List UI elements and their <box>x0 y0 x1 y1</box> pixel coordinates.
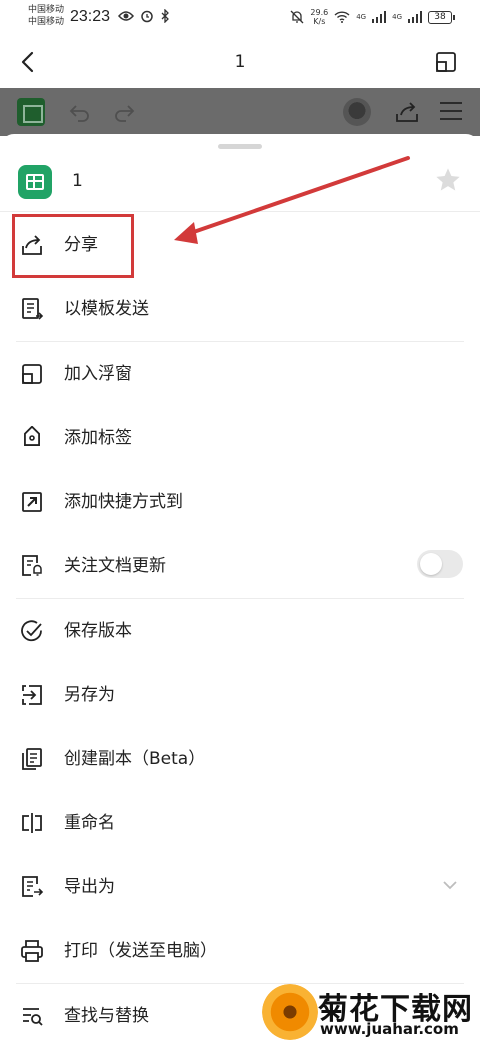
carrier-2: 中国移动 <box>28 17 65 27</box>
menu-item-print[interactable]: 打印（发送至电脑） <box>0 919 480 983</box>
clock: 23:23 <box>70 8 111 25</box>
menu-item-label: 以模板发送 <box>64 299 149 319</box>
alarm-icon <box>141 10 153 23</box>
menu-item-label: 另存为 <box>64 685 115 705</box>
follow-updates-icon <box>22 555 42 576</box>
template-send-icon <box>22 298 44 320</box>
page-title: 1 <box>234 52 246 72</box>
menu-item-label: 创建副本（Beta） <box>64 749 206 769</box>
floating-window-icon <box>22 364 42 384</box>
menu-item-create-copy[interactable]: 创建副本（Beta） <box>0 727 480 791</box>
undo-icon <box>69 105 89 122</box>
menu-item-template-send[interactable]: 以模板发送 <box>0 277 480 341</box>
avatar <box>343 98 371 126</box>
hamburger-menu-icon <box>440 102 462 122</box>
signal-2-icon <box>408 11 422 23</box>
menu-item-label: 导出为 <box>64 877 115 897</box>
spreadsheet-icon <box>17 98 45 126</box>
annotation-arrow-icon <box>174 156 410 244</box>
menu-item-label: 重命名 <box>64 813 115 833</box>
watermark-url: www.juahar.com <box>320 1020 459 1038</box>
menu-item-follow-updates[interactable]: 关注文档更新 <box>0 534 480 598</box>
rename-icon <box>22 813 42 833</box>
document-name: 1 <box>72 171 83 191</box>
battery-indicator: 38 <box>428 10 455 24</box>
mute-bell-icon <box>290 10 304 24</box>
menu-item-label: 添加标签 <box>64 428 132 448</box>
menu-item-label: 添加快捷方式到 <box>64 492 183 512</box>
signal-2-label: 4G <box>392 13 402 21</box>
find-replace-icon <box>23 1008 43 1026</box>
eye-icon <box>118 11 134 21</box>
menu-item-label: 打印（发送至电脑） <box>64 941 217 961</box>
speed-value: 29.6 <box>310 8 329 17</box>
menu-item-export[interactable]: 导出为 <box>0 855 480 919</box>
menu-item-rename[interactable]: 重命名 <box>0 791 480 855</box>
carrier-1: 中国移动 <box>28 5 65 15</box>
star-icon[interactable] <box>434 166 462 194</box>
menu-item-save-version[interactable]: 保存版本 <box>0 599 480 663</box>
chevron-down-icon[interactable] <box>442 877 458 893</box>
watermark: 菊花下载网 www.juahar.com <box>258 982 480 1040</box>
check-circle-icon <box>21 620 42 642</box>
copy-icon <box>22 748 42 770</box>
status-icons-left <box>118 9 170 23</box>
follow-updates-toggle[interactable] <box>417 550 463 578</box>
editor-toolbar-dimmed <box>0 88 480 136</box>
wifi-icon <box>334 11 350 23</box>
export-icon <box>22 876 44 897</box>
menu-item-add-shortcut[interactable]: 添加快捷方式到 <box>0 470 480 534</box>
menu-item-save-as[interactable]: 另存为 <box>0 663 480 727</box>
signal-1-icon <box>372 11 387 23</box>
save-as-icon <box>22 685 42 705</box>
menu-list: 分享 以模板发送 加入浮窗 添加标签 添加快捷方式到 关注文档更新 保存版本 另… <box>0 213 480 1040</box>
menu-item-add-tag[interactable]: 添加标签 <box>0 406 480 470</box>
flower-logo-icon <box>262 984 318 1040</box>
status-icons-right: 29.6 K/s 4G 4G 38 <box>290 8 455 26</box>
status-bar: 中国移动 中国移动 23:23 29.6 K/s 4G 4G 38 <box>0 0 480 40</box>
menu-item-label: 加入浮窗 <box>64 364 132 384</box>
spreadsheet-icon <box>18 165 52 199</box>
share-icon <box>396 102 418 122</box>
annotation-highlight-box <box>12 214 134 278</box>
network-speed: 29.6 K/s <box>310 8 328 26</box>
carrier-info: 中国移动 中国移动 <box>28 4 64 28</box>
menu-item-label: 保存版本 <box>64 621 132 641</box>
top-nav: 1 <box>0 40 480 88</box>
menu-item-label: 查找与替换 <box>64 1006 149 1026</box>
menu-item-floating-window[interactable]: 加入浮窗 <box>0 342 480 406</box>
floating-window-icon[interactable] <box>434 50 458 74</box>
sheet-grabber[interactable] <box>218 144 262 149</box>
tag-icon <box>24 426 40 446</box>
speed-unit: K/s <box>313 17 326 26</box>
menu-item-label: 关注文档更新 <box>64 556 166 576</box>
bluetooth-icon <box>161 9 169 23</box>
redo-icon <box>115 105 135 122</box>
shortcut-icon <box>22 492 42 512</box>
signal-1-label: 4G <box>356 13 367 21</box>
print-icon <box>21 940 43 962</box>
